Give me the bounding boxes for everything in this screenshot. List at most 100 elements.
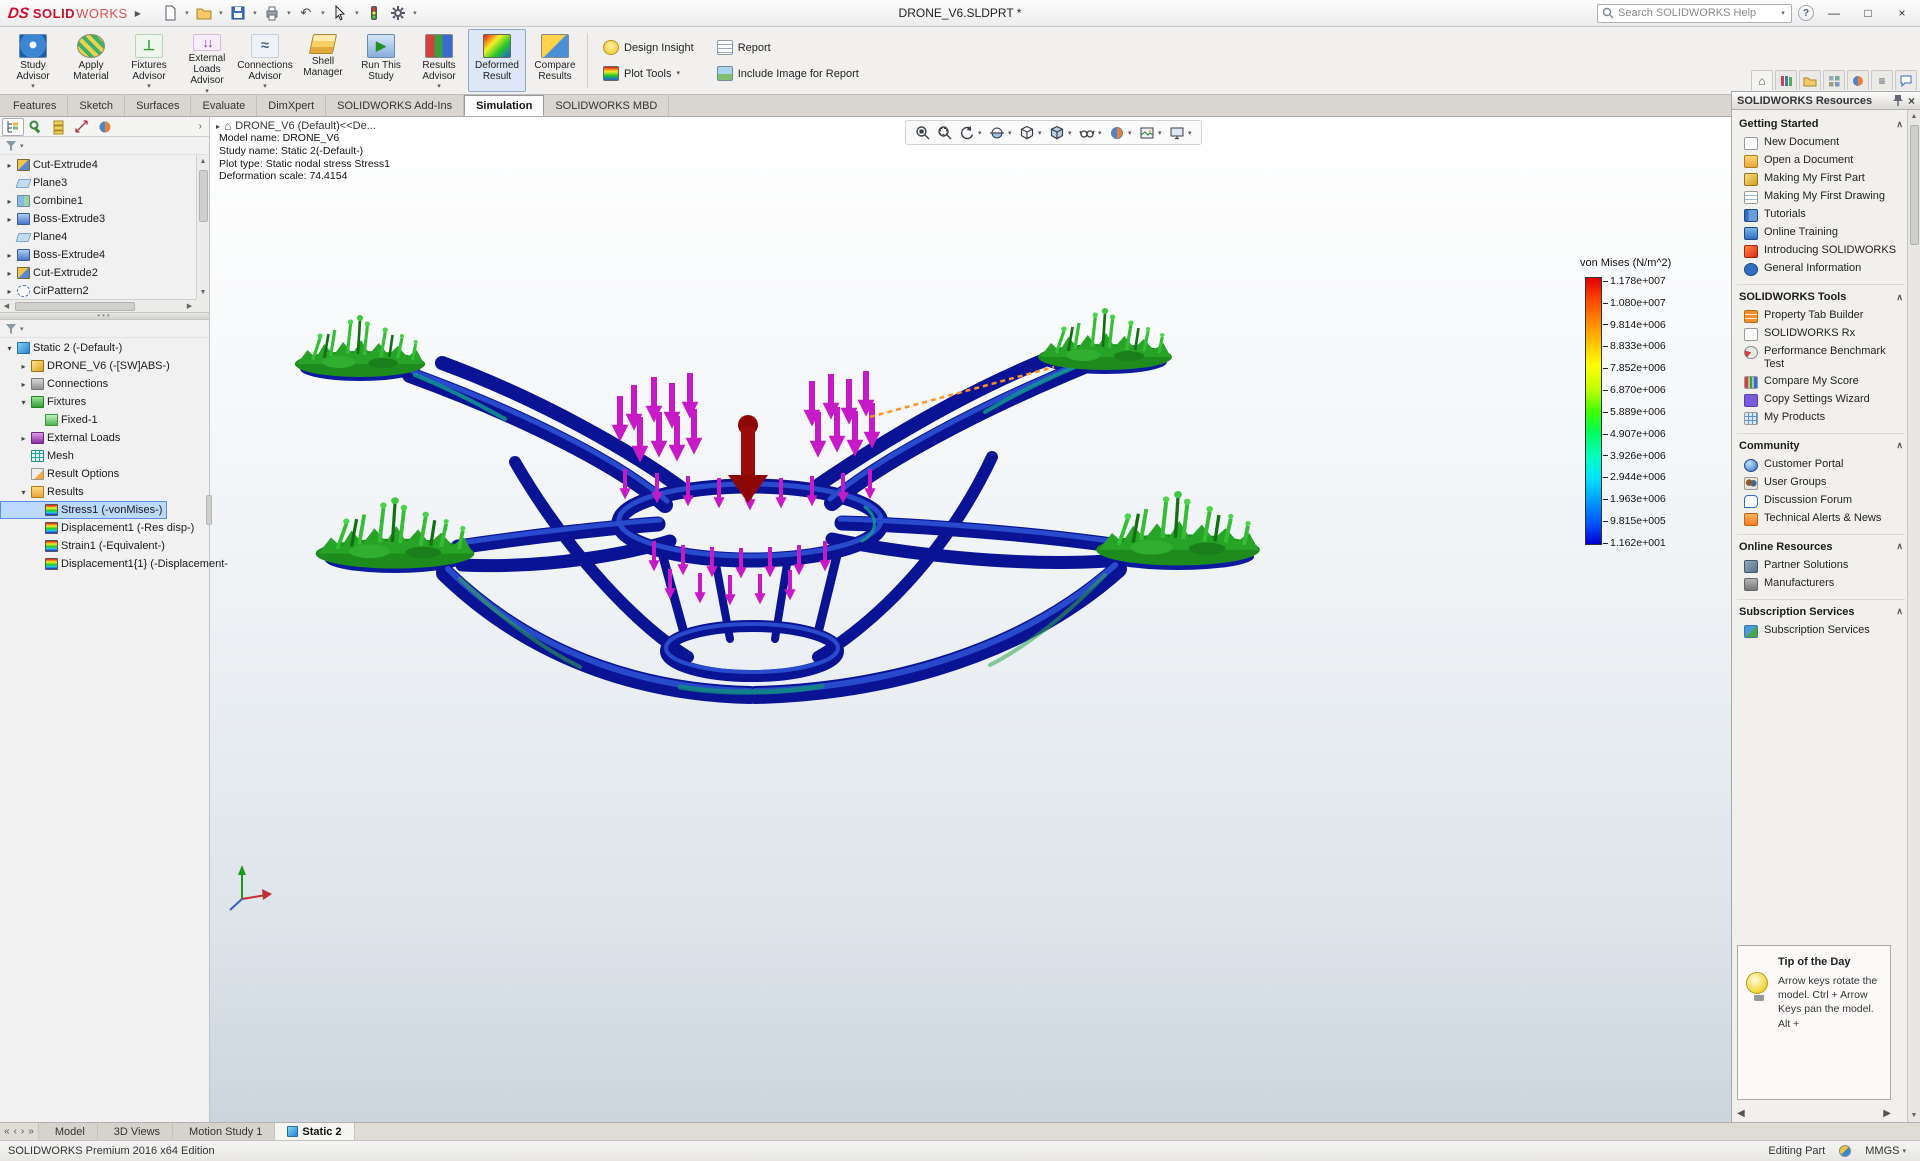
resource-link[interactable]: Open a Document (1737, 152, 1905, 170)
tree-item[interactable]: Strain1 (-Equivalent-) (0, 537, 170, 555)
collapse-chevron-icon[interactable]: ∧ (1896, 440, 1903, 451)
resource-link[interactable]: Tutorials (1737, 206, 1905, 224)
help-search-box[interactable]: ▾ (1597, 4, 1792, 23)
resource-link[interactable]: Property Tab Builder (1737, 307, 1905, 325)
panel-expand-icon[interactable]: › (194, 121, 207, 132)
ribbon-button[interactable]: ⊥ Fixtures Advisor ▾ (120, 29, 178, 92)
previous-tip-icon[interactable]: ◀ (1737, 1108, 1745, 1119)
resource-link[interactable]: User Groups (1737, 474, 1905, 492)
view-tab[interactable]: Model (39, 1123, 98, 1140)
collapse-chevron-icon[interactable]: ∧ (1896, 606, 1903, 617)
tree-item[interactable]: Stress1 (-vonMises-) (0, 501, 167, 519)
save-icon[interactable] (227, 3, 249, 23)
collapse-chevron-icon[interactable]: ∧ (1896, 292, 1903, 303)
expand-caret-icon[interactable]: ▸ (5, 251, 14, 260)
resource-link[interactable]: Making My First Part (1737, 170, 1905, 188)
feature-tree-vertical-scrollbar[interactable]: ▲ ▼ (196, 155, 209, 299)
expand-caret-icon[interactable]: ▾ (19, 488, 28, 497)
minimize-button[interactable]: — (1820, 3, 1848, 24)
previous-tab-icon[interactable]: ‹ (14, 1126, 17, 1137)
print-dropdown-icon[interactable]: ▾ (285, 9, 293, 17)
resource-link[interactable]: Technical Alerts & News (1737, 510, 1905, 528)
expand-caret-icon[interactable]: ▸ (5, 215, 14, 224)
resource-link[interactable]: My Products (1737, 409, 1905, 427)
resource-link[interactable]: Subscription Services (1737, 622, 1905, 640)
tree-item[interactable]: ▸ Cut-Extrude2 (0, 264, 103, 282)
resource-link[interactable]: Manufacturers (1737, 575, 1905, 593)
resource-link[interactable]: Partner Solutions (1737, 557, 1905, 575)
section-header[interactable]: Getting Started∧ (1737, 112, 1905, 134)
resource-link[interactable]: Copy Settings Wizard (1737, 391, 1905, 409)
first-tab-icon[interactable]: « (4, 1126, 10, 1137)
new-document-icon[interactable] (159, 3, 181, 23)
ribbon-button[interactable]: Study Advisor ▾ (4, 29, 62, 92)
view-orientation-icon[interactable] (1016, 122, 1037, 143)
new-dropdown-icon[interactable]: ▾ (183, 9, 191, 17)
scroll-right-icon[interactable]: ▶ (183, 300, 196, 313)
scroll-left-icon[interactable]: ◀ (0, 300, 13, 313)
expand-caret-icon[interactable]: ▸ (5, 287, 14, 296)
dropdown-icon[interactable]: ▾ (1008, 129, 1015, 137)
tree-item[interactable]: ▾ Results (0, 483, 89, 501)
scroll-thumb[interactable] (1910, 125, 1919, 245)
drone-fea-model[interactable] (210, 117, 1731, 1122)
last-tab-icon[interactable]: » (28, 1126, 34, 1137)
command-tab[interactable]: DimXpert (257, 95, 326, 116)
select-cursor-icon[interactable] (329, 3, 351, 23)
resource-link[interactable]: Online Training (1737, 224, 1905, 242)
expand-caret-icon[interactable]: ▾ (5, 344, 14, 353)
filter-funnel-icon[interactable] (5, 140, 17, 152)
view-tab[interactable]: 3D Views (98, 1123, 173, 1140)
expand-caret-icon[interactable]: ▸ (19, 362, 28, 371)
collapse-chevron-icon[interactable]: ∧ (1896, 541, 1903, 552)
scroll-thumb[interactable] (199, 170, 208, 222)
units-dropdown-icon[interactable]: ▾ (1902, 1147, 1906, 1155)
command-tab[interactable]: Features (2, 95, 68, 116)
dropdown-icon[interactable]: ▾ (1188, 129, 1195, 137)
expand-caret-icon[interactable]: ▸ (5, 161, 14, 170)
command-tab[interactable]: SOLIDWORKS MBD (544, 95, 669, 116)
dropdown-icon[interactable]: ▾ (978, 129, 985, 137)
view-settings-icon[interactable] (1166, 122, 1187, 143)
close-button[interactable]: × (1888, 3, 1916, 24)
help-icon[interactable]: ? (1798, 5, 1814, 21)
apply-scene-icon[interactable] (1136, 122, 1157, 143)
search-dropdown-icon[interactable]: ▾ (1779, 9, 1787, 17)
open-document-icon[interactable] (193, 3, 215, 23)
scroll-down-icon[interactable]: ▼ (1908, 1109, 1920, 1122)
zoom-fit-icon[interactable] (912, 122, 933, 143)
file-explorer-icon[interactable] (1799, 70, 1821, 90)
tree-item[interactable]: ▸ CirPattern2 (0, 282, 94, 299)
next-tab-icon[interactable]: › (21, 1126, 24, 1137)
scroll-up-icon[interactable]: ▲ (197, 155, 210, 168)
dimxpert-manager-tab[interactable] (71, 118, 93, 136)
panel-splitter-handle[interactable] (206, 495, 212, 525)
scroll-down-icon[interactable]: ▼ (197, 286, 210, 299)
tree-item[interactable]: ▸ Connections (0, 375, 113, 393)
section-header[interactable]: SOLIDWORKS Tools∧ (1737, 285, 1905, 307)
scroll-up-icon[interactable]: ▲ (1908, 110, 1920, 123)
configuration-manager-tab[interactable] (48, 118, 70, 136)
zoom-area-icon[interactable] (934, 122, 955, 143)
feature-tree-horizontal-scrollbar[interactable]: ◀ ▶ (0, 299, 196, 312)
command-tab[interactable]: Surfaces (125, 95, 191, 116)
ribbon-button[interactable]: ▶ Run This Study (352, 29, 410, 92)
home-icon[interactable]: ⌂ (224, 119, 231, 133)
tree-item[interactable]: Displacement1{1} (-Displacement- (0, 555, 233, 573)
save-dropdown-icon[interactable]: ▾ (251, 9, 259, 17)
tree-item[interactable]: ▸ Combine1 (0, 192, 88, 210)
breadcrumb[interactable]: ▸ ⌂ DRONE_V6 (Default)<<De... (216, 119, 376, 133)
resources-home-icon[interactable]: ⌂ (1751, 70, 1773, 90)
edit-appearance-icon[interactable] (1106, 122, 1127, 143)
tag-sphere-icon[interactable] (1839, 1145, 1851, 1157)
resource-link[interactable]: Customer Portal (1737, 456, 1905, 474)
tree-item[interactable]: ▸ Boss-Extrude4 (0, 246, 110, 264)
ribbon-button[interactable]: Shell Manager (294, 29, 352, 92)
expand-caret-icon[interactable]: ▸ (5, 197, 14, 206)
graphics-viewport[interactable]: ▸ ⌂ DRONE_V6 (Default)<<De... Model name… (210, 117, 1731, 1122)
tree-item[interactable]: Displacement1 (-Res disp-) (0, 519, 199, 537)
dropdown-icon[interactable]: ▾ (1038, 129, 1045, 137)
filter-dropdown-icon[interactable]: ▾ (20, 142, 24, 150)
ribbon-small-button[interactable]: Include Image for Report (717, 65, 864, 83)
section-header[interactable]: Online Resources∧ (1737, 535, 1905, 557)
